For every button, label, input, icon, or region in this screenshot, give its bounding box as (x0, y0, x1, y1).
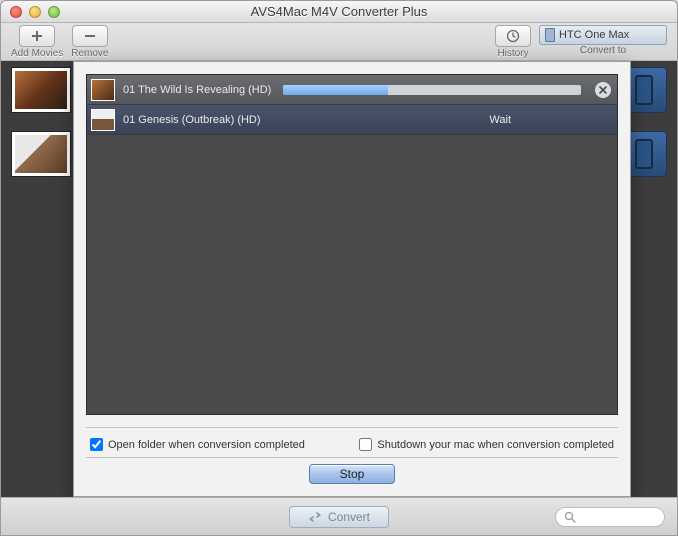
minimize-icon[interactable] (29, 6, 41, 18)
stop-button[interactable]: Stop (309, 464, 395, 484)
history-label: History (497, 48, 528, 59)
source-item[interactable] (11, 67, 71, 113)
history-button[interactable] (495, 25, 531, 47)
queue-row[interactable]: 01 The Wild Is Revealing (HD) (87, 75, 617, 105)
search-icon (564, 511, 576, 523)
device-icon (635, 75, 653, 105)
plus-icon (30, 29, 44, 43)
conversion-panel: 01 The Wild Is Revealing (HD) 01 Genesis… (73, 61, 631, 497)
shutdown-input[interactable] (359, 438, 372, 451)
search-input[interactable] (580, 511, 656, 523)
options-row: Open folder when conversion completed Sh… (74, 428, 630, 457)
source-thumbnails (11, 67, 71, 195)
search-field[interactable] (555, 507, 665, 527)
add-movies-label: Add Movies (11, 48, 63, 59)
thumbnail-icon (91, 109, 115, 131)
clock-icon (506, 29, 520, 43)
queue-item-status: Wait (489, 114, 511, 126)
thumbnail-icon (91, 79, 115, 101)
device-icon (635, 139, 653, 169)
device-name: HTC One Max (559, 29, 629, 41)
add-movies-button[interactable] (19, 25, 55, 47)
conversion-queue: 01 The Wild Is Revealing (HD) 01 Genesis… (86, 74, 618, 415)
convert-button[interactable]: Convert (289, 506, 389, 528)
shutdown-label: Shutdown your mac when conversion comple… (377, 439, 614, 451)
close-icon[interactable] (10, 6, 22, 18)
shutdown-checkbox[interactable]: Shutdown your mac when conversion comple… (359, 438, 614, 451)
queue-item-title: 01 Genesis (Outbreak) (HD) (123, 114, 261, 126)
titlebar: AVS4Mac M4V Converter Plus (1, 1, 677, 23)
source-item[interactable] (11, 131, 71, 177)
remove-button[interactable] (72, 25, 108, 47)
window-title: AVS4Mac M4V Converter Plus (1, 4, 677, 19)
close-icon (598, 85, 608, 95)
convert-to-label: Convert to (580, 45, 626, 56)
progress-bar (283, 85, 581, 95)
app-window: AVS4Mac M4V Converter Plus Add Movies Re… (0, 0, 678, 536)
convert-label: Convert (328, 510, 370, 524)
phone-icon (545, 28, 555, 42)
open-folder-label: Open folder when conversion completed (108, 439, 305, 451)
zoom-icon[interactable] (48, 6, 60, 18)
convert-icon (308, 512, 322, 522)
footer: Convert (1, 497, 677, 535)
window-controls (1, 6, 60, 18)
remove-label: Remove (71, 48, 108, 59)
queue-item-title: 01 The Wild Is Revealing (HD) (123, 84, 271, 96)
toolbar: Add Movies Remove History HTC One Max Co… (1, 23, 677, 61)
convert-to-select[interactable]: HTC One Max (539, 25, 667, 45)
open-folder-checkbox[interactable]: Open folder when conversion completed (90, 438, 305, 451)
minus-icon (83, 29, 97, 43)
open-folder-input[interactable] (90, 438, 103, 451)
cancel-item-button[interactable] (595, 82, 611, 98)
queue-row[interactable]: 01 Genesis (Outbreak) (HD) Wait (87, 105, 617, 135)
